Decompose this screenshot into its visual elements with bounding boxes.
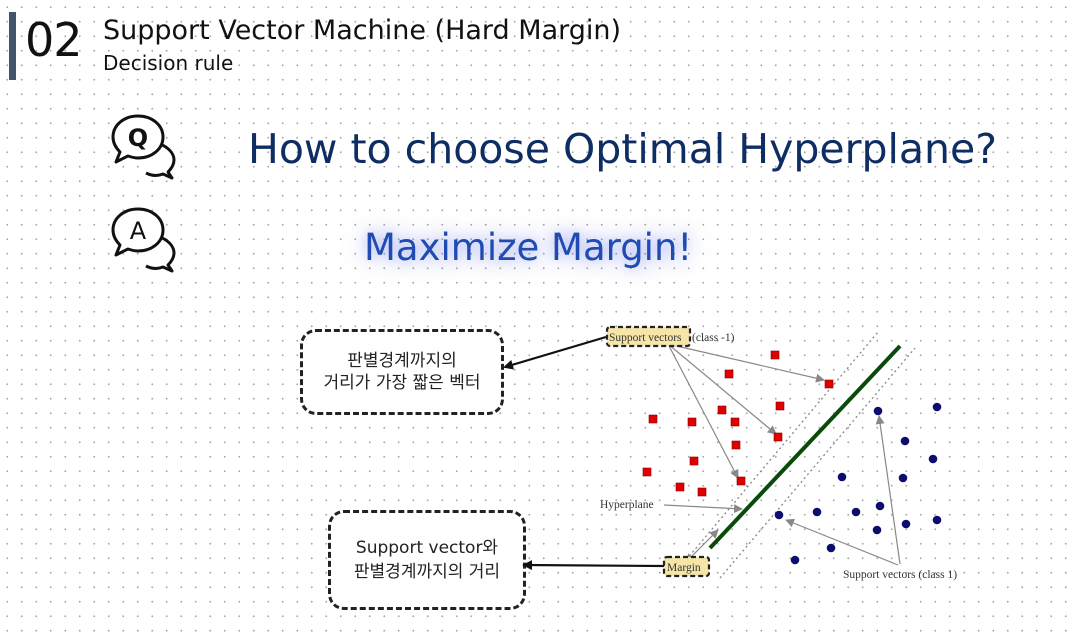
data-point-class-neg	[770, 350, 780, 360]
pointer-arrow	[667, 343, 739, 479]
margin-callout-arrow	[522, 560, 665, 571]
data-point-class-pos	[898, 473, 908, 483]
support-vectors-pos-label: Support vectors (class 1)	[843, 569, 957, 581]
data-point-class-pos	[812, 507, 822, 517]
class-neg-label: (class -1)	[692, 332, 735, 344]
data-point-class-pos	[928, 454, 938, 464]
data-point-class-pos	[901, 519, 911, 529]
data-point-class-pos	[790, 555, 800, 565]
pointer-arrow	[667, 343, 825, 383]
definition-callout-arrow	[503, 335, 607, 370]
support-vector-class-neg	[736, 476, 746, 486]
data-point-class-pos	[900, 436, 910, 446]
data-point-class-neg	[730, 417, 740, 427]
data-point-class-pos	[851, 507, 861, 517]
pointer-arrow	[667, 343, 777, 435]
data-point-class-neg	[648, 414, 658, 424]
support-vectors-neg-label: Support vectors	[609, 332, 682, 344]
support-vector-class-pos	[774, 510, 784, 520]
support-vector-pointers	[663, 343, 901, 566]
data-point-class-neg	[731, 440, 741, 450]
pointer-arrow	[785, 518, 899, 566]
data-point-class-neg	[675, 482, 685, 492]
data-point-class-neg	[724, 369, 734, 379]
data-point-class-pos	[932, 402, 942, 412]
class-positive-points	[774, 402, 942, 565]
support-vector-class-neg	[824, 379, 834, 389]
data-point-class-neg	[697, 487, 707, 497]
hyperplane-pointer-arrow	[663, 504, 743, 514]
data-point-class-pos	[932, 515, 942, 525]
svm-diagram: Support vectors (class -1) Hyperplane Ma…	[503, 325, 957, 581]
data-point-class-pos	[872, 525, 882, 535]
data-point-class-neg	[642, 467, 652, 477]
pointer-arrow	[875, 415, 901, 565]
data-point-class-neg	[689, 456, 699, 466]
negative-margin-boundary	[685, 331, 879, 561]
class-negative-points	[642, 350, 834, 497]
data-point-class-pos	[826, 543, 836, 553]
data-point-class-neg	[717, 405, 727, 415]
support-vector-class-neg	[773, 432, 783, 442]
data-point-class-neg	[687, 417, 697, 427]
data-point-class-neg	[775, 401, 785, 411]
support-vector-class-pos	[873, 406, 883, 416]
data-point-class-pos	[837, 472, 847, 482]
hyperplane-label: Hyperplane	[600, 499, 654, 511]
data-point-class-pos	[875, 501, 885, 511]
margin-label: Margin	[667, 562, 701, 574]
